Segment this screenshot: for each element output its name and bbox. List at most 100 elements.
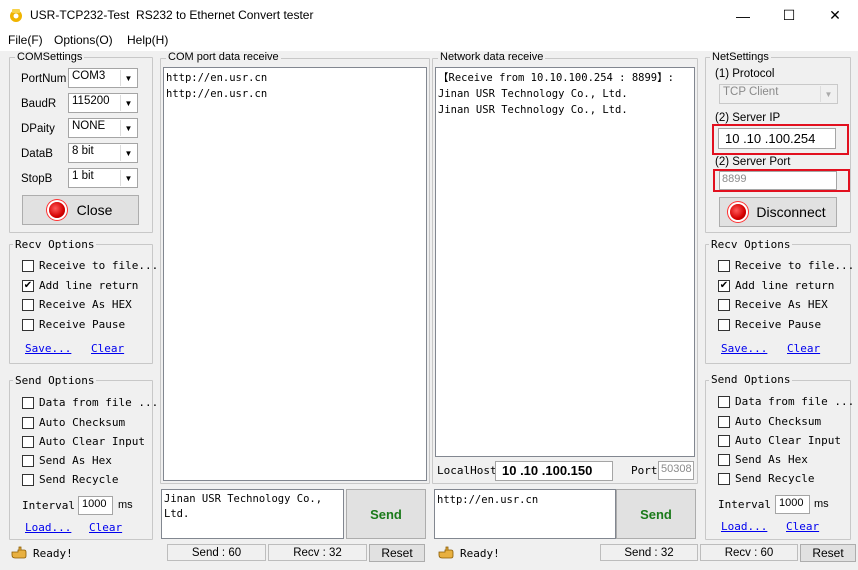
right-add-line-return-label: Add line return [735,279,835,292]
local-port-field[interactable]: 50308 [658,461,694,480]
left-send-count: Send : 60 [167,544,266,561]
right-send-clear-link[interactable]: Clear [786,520,819,533]
right-auto-clear-checkbox[interactable] [718,435,730,447]
com-receive-title: COM port data receive [166,51,281,63]
left-auto-clear-checkbox[interactable] [22,436,34,448]
stopbits-label: StopB [21,173,53,185]
left-data-from-file-checkbox[interactable] [22,397,34,409]
server-ip-field[interactable]: 10 .10 .100.254 [718,128,836,149]
right-recv-to-file-label: Receive to file... [735,259,855,272]
left-recv-options-title: Recv Options [13,238,97,251]
left-recv-to-file-checkbox[interactable] [22,260,34,272]
com-send-textarea[interactable]: Jinan USR Technology Co., Ltd. [161,489,344,539]
protocol-select[interactable]: TCP Client ▼ [719,84,838,104]
net-receive-textarea[interactable]: 【Receive from 10.10.100.254 : 8899】: Jin… [435,67,695,457]
databits-select[interactable]: 8 bit ▼ [68,143,138,163]
menu-options[interactable]: Options(O) [54,33,113,47]
right-load-link[interactable]: Load... [721,520,767,533]
checkmark-icon: ✔ [719,280,729,291]
protocol-value: TCP Client [723,86,779,98]
right-send-options-title: Send Options [709,373,793,386]
chevron-down-icon: ▼ [120,145,136,161]
right-interval-input[interactable]: 1000 [775,495,810,514]
hand-pointer-icon [11,546,27,559]
right-reset-button[interactable]: Reset [800,544,856,562]
hand-pointer-icon [438,546,454,559]
left-recv-clear-link[interactable]: Clear [91,342,124,355]
com-receive-textarea[interactable]: http://en.usr.cn http://en.usr.cn [163,67,427,481]
right-send-recycle-checkbox[interactable] [718,473,730,485]
left-recv-hex-checkbox[interactable] [22,299,34,311]
menu-help[interactable]: Help(H) [127,33,168,47]
right-send-hex-checkbox[interactable] [718,454,730,466]
baudrate-label: BaudR [21,98,57,110]
left-recv-hex-label: Receive As HEX [39,298,132,311]
databits-value: 8 bit [72,145,94,157]
right-send-count: Send : 32 [600,544,698,561]
status-led-icon [730,204,747,220]
left-add-line-return-checkbox[interactable]: ✔ [22,280,34,292]
server-ip-label: (2) Server IP [715,112,781,124]
right-recv-hex-label: Receive As HEX [735,298,828,311]
app-icon [10,9,22,22]
left-data-from-file-label: Data from file ... [39,396,159,409]
left-send-hex-checkbox[interactable] [22,455,34,467]
left-load-link[interactable]: Load... [25,521,71,534]
right-recv-hex-checkbox[interactable] [718,299,730,311]
close-window-button[interactable]: ✕ [812,0,858,31]
right-recv-clear-link[interactable]: Clear [787,342,820,355]
checkmark-icon: ✔ [23,280,33,291]
left-send-clear-link[interactable]: Clear [89,521,122,534]
left-send-hex-label: Send As Hex [39,454,112,467]
right-data-from-file-checkbox[interactable] [718,396,730,408]
parity-label: DPaity [21,123,55,135]
right-auto-checksum-label: Auto Checksum [735,415,822,428]
left-interval-input[interactable]: 1000 [78,496,113,515]
right-save-link[interactable]: Save... [721,342,767,355]
com-close-label: Close [76,202,113,218]
parity-value: NONE [72,120,106,132]
maximize-button[interactable]: ☐ [766,0,812,31]
left-status-text: Ready! [33,547,73,560]
right-auto-clear-label: Auto Clear Input [735,434,841,447]
chevron-down-icon: ▼ [120,170,136,186]
com-close-button[interactable]: Close [22,195,139,225]
left-send-recycle-checkbox[interactable] [22,474,34,486]
right-recv-to-file-checkbox[interactable] [718,260,730,272]
net-send-textarea[interactable]: http://en.usr.cn [434,489,616,539]
port-label: Port [631,464,658,477]
left-add-line-return-label: Add line return [39,279,139,292]
parity-select[interactable]: NONE ▼ [68,118,138,138]
disconnect-button[interactable]: Disconnect [719,197,837,227]
right-send-recycle-label: Send Recycle [735,472,815,485]
right-recv-pause-checkbox[interactable] [718,319,730,331]
right-auto-checksum-checkbox[interactable] [718,416,730,428]
menu-file[interactable]: File(F) [8,33,43,47]
portnum-value: COM3 [72,70,106,82]
stopbits-select[interactable]: 1 bit ▼ [68,168,138,188]
left-interval-label: Interval [22,499,75,512]
com-settings-title: COMSettings [15,51,85,63]
minimize-button[interactable]: — [720,0,766,31]
left-auto-checksum-checkbox[interactable] [22,417,34,429]
left-recv-pause-checkbox[interactable] [22,319,34,331]
right-interval-unit: ms [814,498,829,510]
portnum-select[interactable]: COM3 ▼ [68,68,138,88]
right-add-line-return-checkbox[interactable]: ✔ [718,280,730,292]
com-send-button[interactable]: Send [346,489,426,539]
chevron-down-icon: ▼ [120,70,136,86]
chevron-down-icon: ▼ [820,86,836,102]
left-recv-to-file-label: Receive to file... [39,259,159,272]
left-send-recycle-label: Send Recycle [39,473,119,486]
left-recv-pause-label: Receive Pause [39,318,126,331]
net-send-button[interactable]: Send [616,489,696,539]
left-auto-clear-label: Auto Clear Input [39,435,145,448]
net-settings-title: NetSettings [710,51,771,63]
left-recv-count: Recv : 32 [268,544,367,561]
left-save-link[interactable]: Save... [25,342,71,355]
left-reset-button[interactable]: Reset [369,544,425,562]
baudrate-select[interactable]: 115200 ▼ [68,93,138,113]
server-port-field[interactable]: 8899 [719,171,837,190]
localhost-ip-field[interactable]: 10 .10 .100.150 [495,461,613,481]
databits-label: DataB [21,148,53,160]
